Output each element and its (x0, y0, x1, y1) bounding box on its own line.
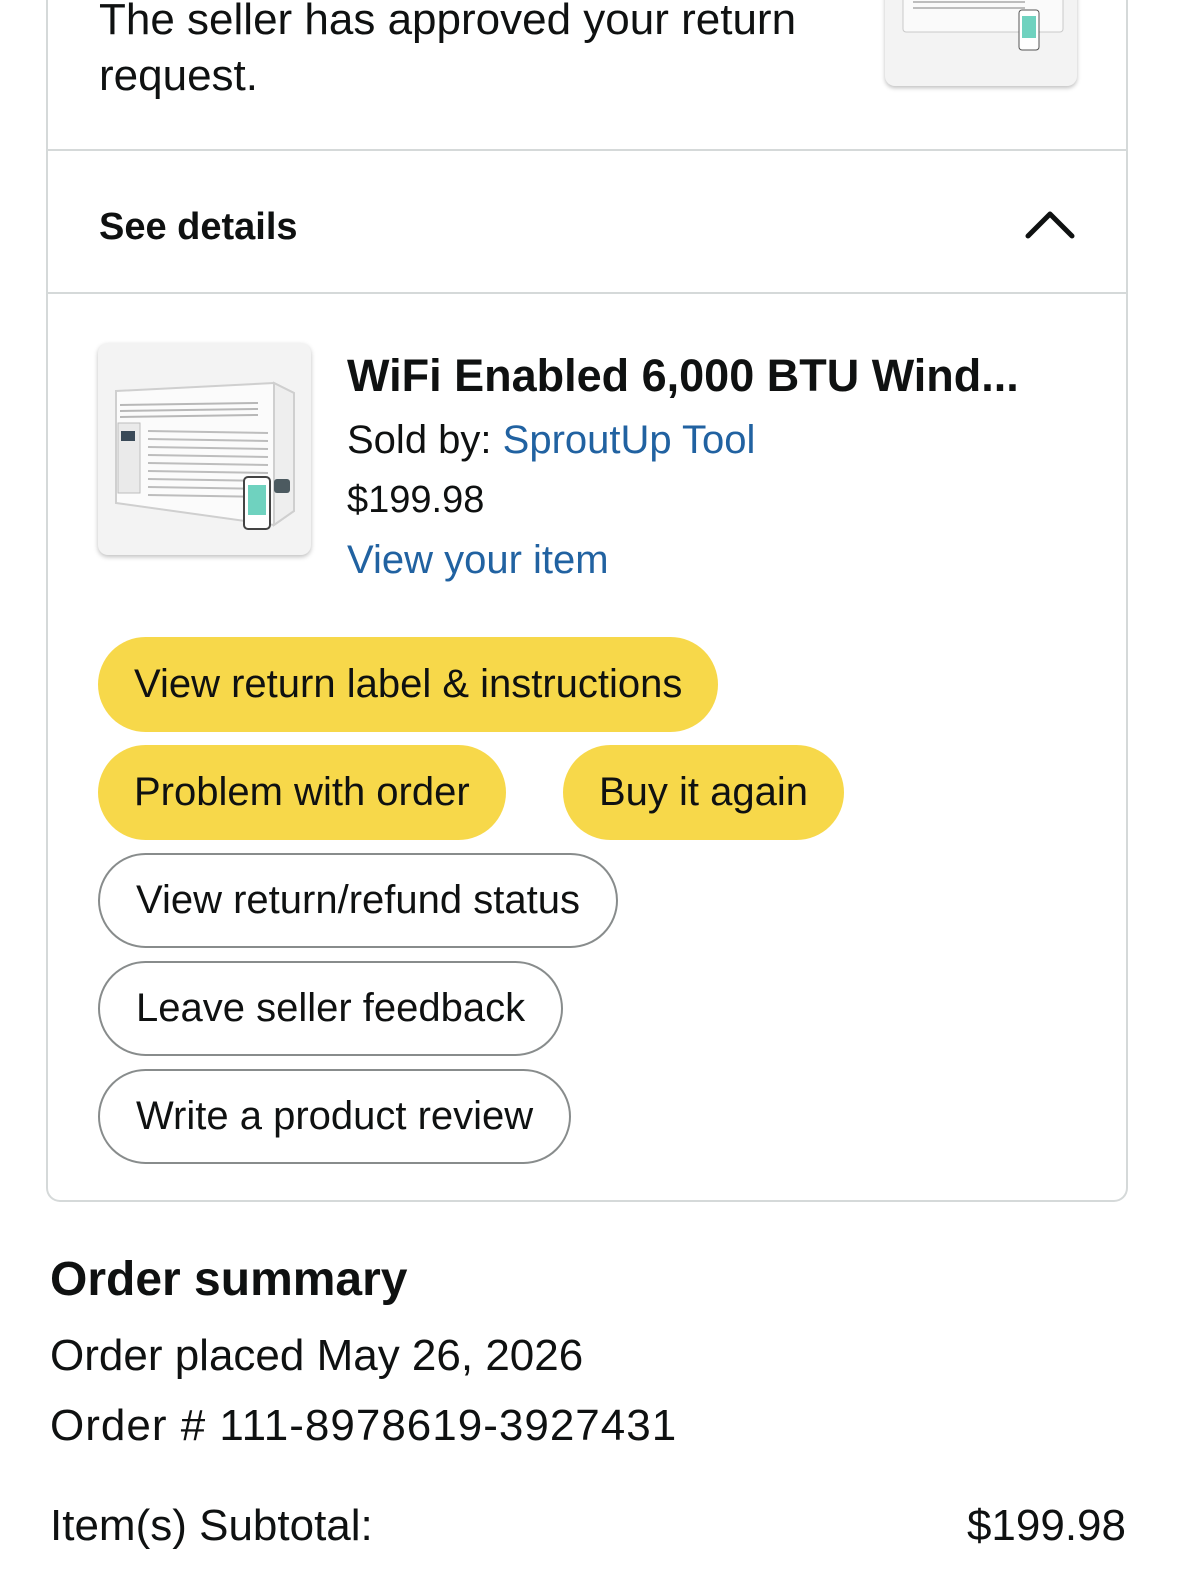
divider (46, 292, 1128, 294)
view-item-link[interactable]: View your item (347, 534, 609, 586)
see-details-label: See details (99, 206, 298, 248)
chevron-up-icon (1025, 211, 1075, 239)
problem-with-order-button[interactable]: Problem with order (98, 745, 506, 840)
product-title[interactable]: WiFi Enabled 6,000 BTU Wind... (347, 348, 1077, 404)
order-number: Order # 111-8978619-3927431 (50, 1401, 678, 1450)
divider (46, 149, 1128, 151)
view-return-refund-status-button[interactable]: View return/refund status (98, 853, 618, 948)
buy-it-again-button[interactable]: Buy it again (563, 745, 845, 840)
subtotal-label: Item(s) Subtotal: (50, 1501, 373, 1550)
return-status-message: The seller has approved your return requ… (99, 0, 797, 100)
order-summary-heading: Order summary (50, 1253, 408, 1306)
subtotal-value: $199.98 (966, 1501, 1126, 1550)
product-image[interactable] (98, 343, 311, 555)
product-thumbnail-top[interactable] (885, 0, 1077, 86)
view-return-label-button[interactable]: View return label & instructions (98, 637, 719, 732)
window-air-conditioner-icon (115, 381, 295, 530)
item-price: $199.98 (347, 479, 485, 521)
see-details-toggle[interactable]: See details (48, 152, 1126, 292)
leave-seller-feedback-button[interactable]: Leave seller feedback (98, 961, 564, 1056)
sold-by-label: Sold by: (347, 418, 492, 462)
air-conditioner-image (902, 0, 1064, 51)
order-placed-date: Order placed May 26, 2026 (50, 1331, 584, 1380)
write-product-review-button[interactable]: Write a product review (98, 1069, 572, 1164)
sold-by: Sold by: SproutUp Tool (347, 414, 755, 466)
seller-link[interactable]: SproutUp Tool (503, 418, 756, 462)
